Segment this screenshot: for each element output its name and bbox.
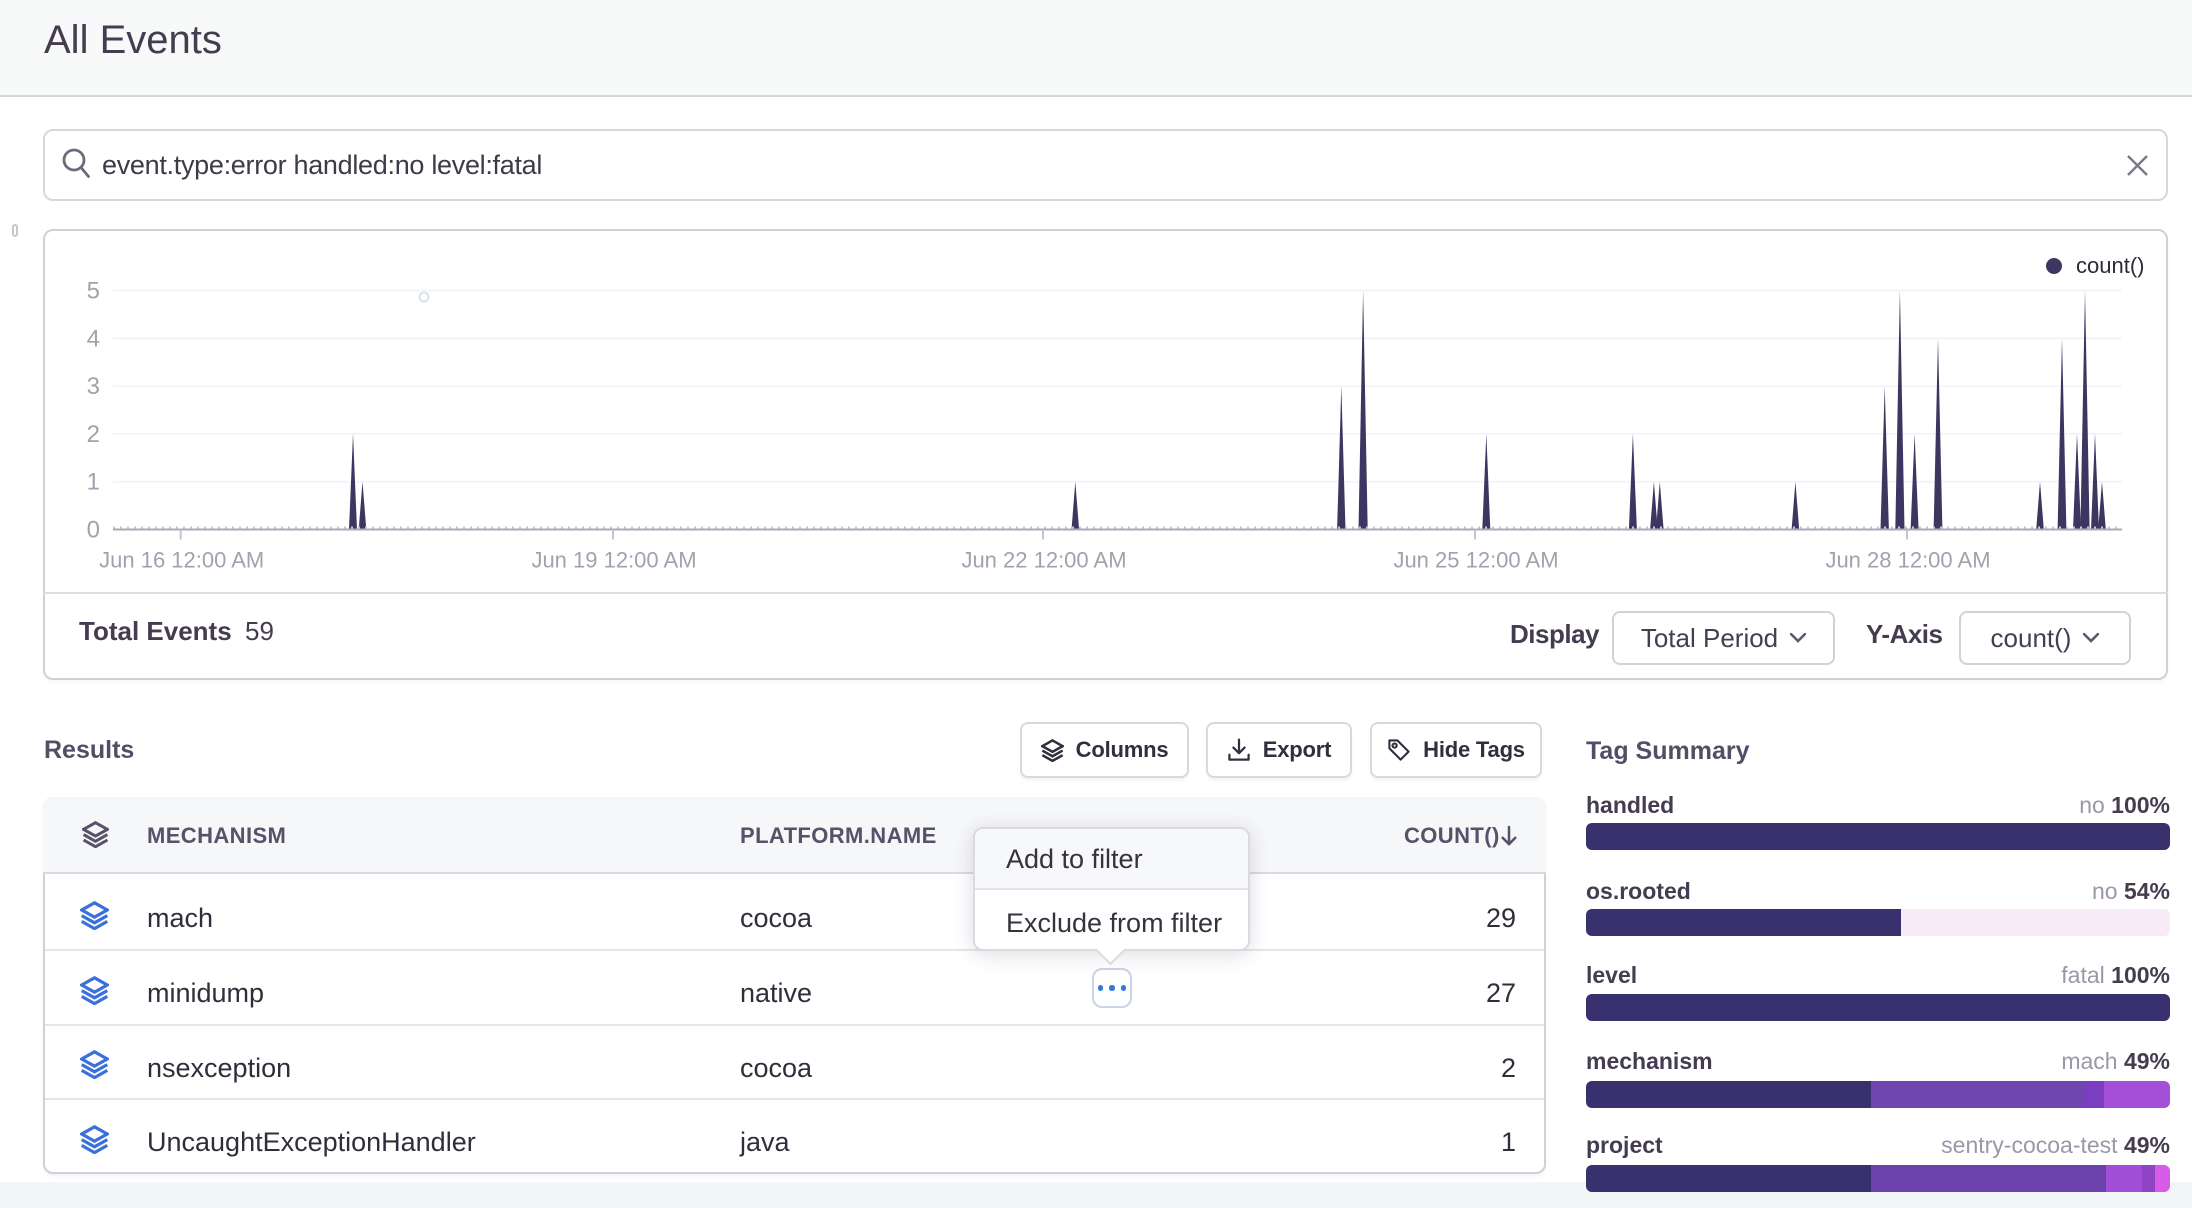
svg-text:2: 2	[87, 421, 100, 448]
svg-text:3: 3	[87, 373, 100, 400]
svg-text:Jun 28 12:00 AM: Jun 28 12:00 AM	[1825, 548, 1990, 573]
svg-text:4: 4	[87, 325, 100, 352]
svg-text:Jun 22 12:00 AM: Jun 22 12:00 AM	[961, 548, 1126, 573]
svg-text:0: 0	[87, 517, 100, 544]
svg-text:Jun 16 12:00 AM: Jun 16 12:00 AM	[99, 548, 264, 573]
svg-text:Jun 25 12:00 AM: Jun 25 12:00 AM	[1393, 548, 1558, 573]
svg-text:5: 5	[87, 278, 100, 305]
svg-text:Jun 19 12:00 AM: Jun 19 12:00 AM	[531, 548, 696, 573]
svg-text:1: 1	[87, 469, 100, 496]
